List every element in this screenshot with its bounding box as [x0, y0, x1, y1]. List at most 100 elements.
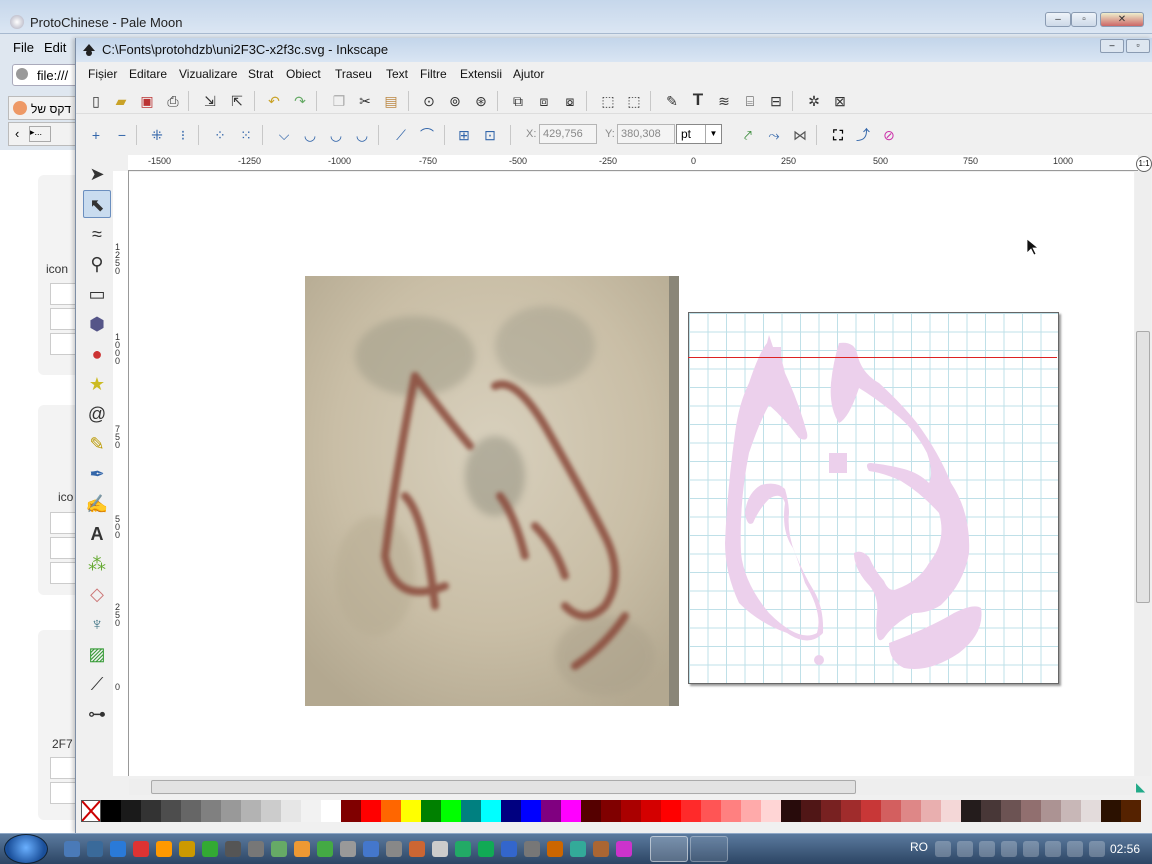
start-button[interactable] [4, 834, 48, 864]
align-icon[interactable]: ⊟ [766, 91, 786, 111]
palette-swatch[interactable] [481, 800, 501, 822]
browser-tab[interactable]: דקס של [8, 96, 80, 120]
cut-icon[interactable]: ✂ [355, 91, 375, 111]
bucket-icon[interactable]: ♆ [83, 610, 111, 638]
paste-icon[interactable]: ▤ [381, 91, 401, 111]
menu-strat[interactable]: Strat [248, 67, 273, 81]
duplicate-icon[interactable]: ❐ [329, 91, 349, 111]
taskbar-app-icon[interactable] [386, 841, 402, 857]
palette-swatch[interactable] [381, 800, 401, 822]
join-segment-icon[interactable]: ⁘ [210, 125, 230, 145]
pen-icon[interactable]: ✒ [83, 460, 111, 488]
taskbar-app-icon[interactable] [202, 841, 218, 857]
palette-swatch[interactable] [1101, 800, 1121, 822]
spray-icon[interactable]: ⁂ [83, 550, 111, 578]
taskbar-app-icon[interactable] [179, 841, 195, 857]
zoom-drawing-icon[interactable]: ⊚ [445, 91, 465, 111]
color-palette[interactable] [81, 800, 1151, 822]
palette-swatch[interactable] [661, 800, 681, 822]
undo-icon[interactable]: ↶ [264, 91, 284, 111]
taskbar-app-icon[interactable] [110, 841, 126, 857]
palette-swatch[interactable] [201, 800, 221, 822]
cusp-node-icon[interactable]: ⌵ [274, 125, 294, 145]
palette-swatch[interactable] [521, 800, 541, 822]
menu-traseu[interactable]: Traseu [335, 67, 372, 81]
palette-swatch[interactable] [1041, 800, 1061, 822]
palette-swatch[interactable] [321, 800, 341, 822]
taskbar-app-icon[interactable] [156, 841, 172, 857]
palette-swatch[interactable] [361, 800, 381, 822]
rect-icon[interactable]: ▭ [83, 280, 111, 308]
palette-swatch[interactable] [761, 800, 781, 822]
connector-icon[interactable]: ⊶ [83, 700, 111, 728]
delete-segment-icon[interactable]: ⁙ [236, 125, 256, 145]
taskbar-app-icon[interactable] [64, 841, 80, 857]
selector-icon[interactable]: ➤ [83, 160, 111, 188]
palette-swatch[interactable] [881, 800, 901, 822]
edit-mask-icon[interactable]: ⋈ [790, 125, 810, 145]
taskbar-app-icon[interactable] [524, 841, 540, 857]
document-properties-icon[interactable]: ⊠ [830, 91, 850, 111]
glyph-reference-photo[interactable] [305, 276, 679, 706]
palette-swatch[interactable] [401, 800, 421, 822]
taskbar-browser-button[interactable] [690, 836, 728, 862]
clone-icon[interactable]: ⧈ [534, 91, 554, 111]
inkscape-minimize-button[interactable]: – [1100, 39, 1124, 53]
taskbar-app-icon[interactable] [501, 841, 517, 857]
calligraphy-icon[interactable]: ✍ [83, 490, 111, 518]
palette-swatch[interactable] [1021, 800, 1041, 822]
pencil-icon[interactable]: ✎ [83, 430, 111, 458]
palette-swatch[interactable] [621, 800, 641, 822]
chevron-left-icon[interactable]: ‹ [15, 126, 19, 141]
palette-swatch[interactable] [461, 800, 481, 822]
zoom-icon[interactable]: ⚲ [83, 250, 111, 278]
menu-text[interactable]: Text [386, 67, 408, 81]
eraser-icon[interactable]: ◇ [83, 580, 111, 608]
transform-handles-icon[interactable]: ⛶ [828, 125, 848, 145]
xml-editor-icon[interactable]: ⌸ [740, 91, 760, 111]
smooth-node-icon[interactable]: ◡ [300, 125, 320, 145]
palette-swatch[interactable] [241, 800, 261, 822]
star-icon[interactable]: ★ [83, 370, 111, 398]
new-document-icon[interactable]: ▯ [86, 91, 106, 111]
palette-swatch[interactable] [181, 800, 201, 822]
palette-swatch[interactable] [141, 800, 161, 822]
palette-swatch[interactable] [941, 800, 961, 822]
palette-swatch[interactable] [581, 800, 601, 822]
close-button[interactable]: ✕ [1100, 12, 1144, 27]
inkscape-titlebar[interactable]: C:\Fonts\protohdzb\uni2F3C-x2f3c.svg - I… [76, 38, 1152, 62]
auto-smooth-node-icon[interactable]: ◡ [352, 125, 372, 145]
taskbar-app-icon[interactable] [547, 841, 563, 857]
palette-swatch[interactable] [121, 800, 141, 822]
preferences-icon[interactable]: ✲ [804, 91, 824, 111]
tray-icon[interactable] [1023, 841, 1039, 857]
taskbar-app-icon[interactable] [340, 841, 356, 857]
system-clock[interactable]: 02:56 [1110, 842, 1140, 856]
taskbar-app-icon[interactable] [271, 841, 287, 857]
group-icon[interactable]: ⬚ [598, 91, 618, 111]
minimize-button[interactable]: – [1045, 12, 1071, 27]
palette-swatch[interactable] [1121, 800, 1141, 822]
save-icon[interactable]: ▣ [137, 91, 157, 111]
insert-node-icon[interactable]: + [86, 125, 106, 145]
tray-icon[interactable] [1067, 841, 1083, 857]
zoom-corner-button[interactable]: 1:1 [1136, 156, 1152, 172]
menu-editare[interactable]: Editare [129, 67, 167, 81]
palette-swatch[interactable] [921, 800, 941, 822]
maximize-button[interactable]: ▫ [1071, 12, 1097, 27]
taskbar-app-icon[interactable] [409, 841, 425, 857]
taskbar-app-icon[interactable] [432, 841, 448, 857]
palette-swatch[interactable] [701, 800, 721, 822]
node-icon[interactable]: ⬉ [83, 190, 111, 218]
palette-swatch[interactable] [501, 800, 521, 822]
language-indicator[interactable]: RO [910, 840, 928, 854]
menu-vizualizare[interactable]: Vizualizare [179, 67, 237, 81]
tray-icon[interactable] [1001, 841, 1017, 857]
taskbar-app-icon[interactable] [363, 841, 379, 857]
palette-swatch[interactable] [541, 800, 561, 822]
import-icon[interactable]: ⇲ [200, 91, 220, 111]
menu-edit[interactable]: Edit [44, 40, 66, 55]
palette-swatch[interactable] [1081, 800, 1101, 822]
fill-stroke-icon[interactable]: ✎ [662, 91, 682, 111]
dropper-icon[interactable]: ⟋ [83, 670, 111, 698]
